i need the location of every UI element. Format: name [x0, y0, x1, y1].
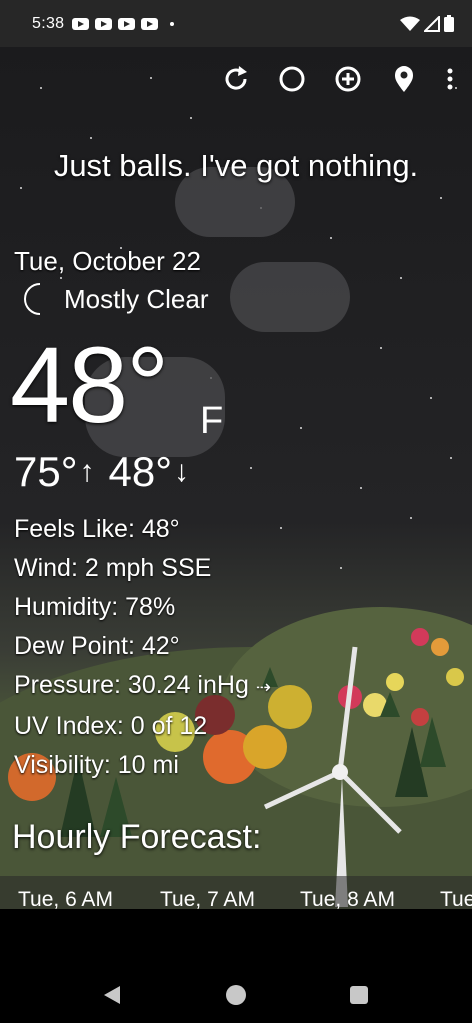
- battery-icon: [444, 15, 454, 32]
- current-temperature: 48°: [10, 324, 169, 445]
- high-low: 75° ↑ 48° ↓: [14, 448, 203, 496]
- back-icon[interactable]: [104, 986, 120, 1004]
- youtube-notification-icon: [72, 17, 90, 30]
- youtube-notification-icon: [95, 17, 113, 30]
- add-location-button[interactable]: [332, 63, 364, 95]
- visibility: Visibility: 10 mi: [14, 751, 179, 779]
- location-icon: [395, 66, 413, 92]
- notification-dot-icon: [170, 21, 175, 26]
- feels-like: Feels Like: 48°: [14, 515, 180, 543]
- pressure-trend-icon: ⇢: [255, 677, 271, 697]
- refresh-icon: [225, 66, 247, 90]
- hourly-item[interactable]: Tue, 6 AM: [18, 888, 113, 910]
- toolbar: [220, 63, 456, 95]
- low-temperature: 48°: [108, 448, 173, 495]
- arrow-up-icon: ↑: [79, 455, 95, 488]
- weather-details: Feels Like: 48° Wind: 2 mph SSE Humidity…: [14, 510, 271, 785]
- temperature-unit: F: [200, 400, 224, 442]
- arrow-down-icon: ↓: [174, 455, 190, 488]
- status-time: 5:38: [32, 14, 65, 32]
- humidity: Humidity: 78%: [14, 593, 176, 621]
- condition-row: Mostly Clear: [18, 282, 208, 316]
- recents-icon[interactable]: [350, 986, 368, 1004]
- hourly-item[interactable]: Tue, 7 AM: [160, 888, 255, 910]
- hourly-item[interactable]: Tue, 8 AM: [300, 888, 395, 910]
- uv-index: UV Index: 0 of 12: [14, 712, 208, 740]
- theme-button[interactable]: [276, 63, 308, 95]
- add-icon: [335, 66, 361, 92]
- pressure: Pressure: 30.24 inHg: [14, 671, 249, 699]
- pressure-row: Pressure: 30.24 inHg ⇢: [14, 666, 271, 707]
- home-icon[interactable]: [226, 985, 246, 1005]
- theme-icon: [279, 66, 305, 92]
- more-vert-icon: [447, 68, 453, 90]
- current-date: Tue, October 22: [14, 246, 201, 276]
- navigation-bar: [0, 909, 472, 1023]
- hourly-title: Hourly Forecast:: [12, 818, 262, 856]
- condition-text: Mostly Clear: [64, 283, 209, 314]
- weather-quote: Just balls. I've got nothing.: [53, 148, 419, 183]
- refresh-button[interactable]: [220, 63, 252, 95]
- youtube-notification-icon: [118, 17, 136, 30]
- high-temperature: 75°: [14, 448, 78, 495]
- wifi-icon: [400, 16, 420, 31]
- hourly-item[interactable]: Tue: [440, 888, 472, 910]
- status-bar: 5:38: [0, 0, 472, 47]
- location-button[interactable]: [388, 63, 420, 95]
- wind: Wind: 2 mph SSE: [14, 554, 212, 582]
- hourly-forecast-strip[interactable]: Tue, 6 AM Tue, 7 AM Tue, 8 AM Tue: [0, 876, 472, 910]
- cell-signal-icon: [424, 15, 440, 32]
- youtube-notification-icon: [141, 17, 159, 30]
- moon-icon: [24, 283, 41, 315]
- dew-point: Dew Point: 42°: [14, 632, 180, 660]
- more-options-button[interactable]: [444, 63, 456, 95]
